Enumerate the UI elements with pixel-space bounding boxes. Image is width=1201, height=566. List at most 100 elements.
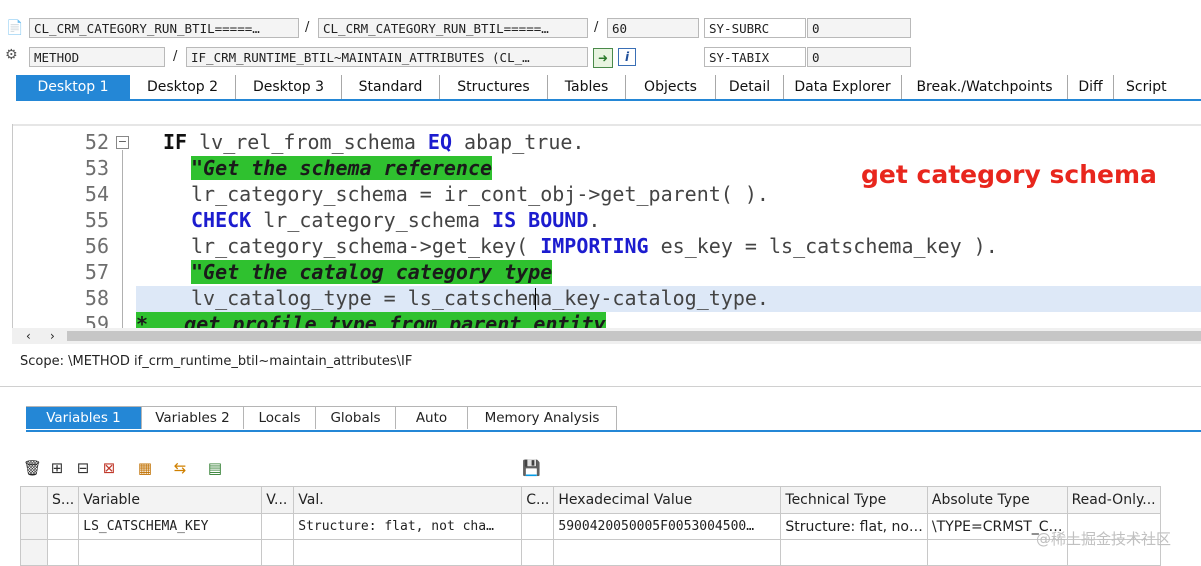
line-field[interactable]: 60 [607,18,699,38]
col-header[interactable]: Read-Only... [1066,486,1161,514]
append-row-icon[interactable]: ⊟ [74,459,92,477]
cell-variable[interactable]: LS_CATSCHEMA_KEY [78,513,263,540]
insert-row-icon[interactable]: ⊞ [48,459,66,477]
col-header[interactable] [20,486,48,514]
tab-desktop-2[interactable]: Desktop 2 [130,75,236,99]
empty-cell [78,539,263,566]
code-line-56: lr_category_schema->get_key( IMPORTING e… [191,233,998,259]
tab-diff[interactable]: Diff [1068,75,1114,99]
navigate-icon[interactable]: ➜ [593,48,613,68]
table-row[interactable]: LS_CATSCHEMA_KEY Structure: flat, not ch… [20,513,1161,540]
separator: / [173,49,178,64]
col-header[interactable]: Val. [293,486,523,514]
code-line-57: "Get the catalog category type [191,259,553,285]
export-icon[interactable]: ▤ [206,459,224,477]
keyword: CHECK [191,208,252,232]
code-text: lr_category_schema = ir_cont_obj->get_pa… [191,182,769,206]
editor-topbar [13,124,1201,126]
variables-table: S... Variable V... Val. C... Hexadecimal… [20,486,1161,566]
keyword: IMPORTING [540,234,649,258]
code-text: abap_true. [452,130,585,154]
line-number: 59 [84,312,109,328]
save-icon[interactable]: 💾 [522,459,541,477]
annotation-text: get category schema [861,160,1157,189]
line-number: 57 [84,260,109,284]
col-header[interactable]: S... [46,486,80,514]
sysvar-name-tabix: SY-TABIX [704,47,806,67]
tab-detail[interactable]: Detail [716,75,784,99]
code-text: lv_catalog_type = ls_catschema_key-catal… [191,286,769,310]
row-selector[interactable] [20,539,48,566]
sysvar-value-tabix: 0 [807,47,911,67]
col-header[interactable]: V... [261,486,295,514]
empty-cell [46,539,80,566]
tab-memory-analysis[interactable]: Memory Analysis [468,407,616,429]
tab-globals[interactable]: Globals [316,407,396,429]
variables-toolbar: 🗑 ⊞ ⊟ ⊠ ▦ ⇆ ▤ 💾 [0,459,1201,479]
desktop-tabs: Desktop 1 Desktop 2 Desktop 3 Standard S… [16,75,1184,99]
table-header: S... Variable V... Val. C... Hexadecimal… [20,486,1161,514]
event-type-field: METHOD [29,47,165,67]
code-line-54: lr_category_schema = ir_cont_obj->get_pa… [191,181,769,207]
transfer-icon[interactable]: ⇆ [171,459,189,477]
tab-breakpoints[interactable]: Break./Watchpoints [902,75,1068,99]
cell-technical-type: Structure: flat, no… [780,513,928,540]
empty-cell [521,539,555,566]
watermark: @稀土掘金技术社区 [1036,530,1172,548]
col-header[interactable]: Variable [78,486,263,514]
col-header[interactable]: Hexadecimal Value [553,486,782,514]
method-icon: ⚙ [5,47,18,63]
tab-auto[interactable]: Auto [396,407,468,429]
line-number: 54 [84,182,109,206]
cell-value[interactable]: Structure: flat, not cha… [293,513,523,540]
tab-objects[interactable]: Objects [626,75,716,99]
line-number: 55 [84,208,109,232]
tab-underline [16,99,1201,101]
include-field[interactable]: CL_CRM_CATEGORY_RUN_BTIL=====… [318,18,588,38]
tab-standard[interactable]: Standard [342,75,440,99]
separator: / [594,20,599,35]
col-header[interactable]: Absolute Type [926,486,1068,514]
tab-variables-1[interactable]: Variables 1 [26,407,142,429]
remove-row-icon[interactable]: ⊠ [100,459,118,477]
col-header[interactable]: C... [521,486,555,514]
program-field[interactable]: CL_CRM_CATEGORY_RUN_BTIL=====… [29,18,299,38]
source-editor[interactable]: 52 53 54 55 56 57 58 59 − IF lv_rel_from… [12,124,1201,328]
collapse-icon[interactable]: − [116,136,129,149]
tab-data-explorer[interactable]: Data Explorer [784,75,902,99]
tab-variables-2[interactable]: Variables 2 [142,407,244,429]
tab-structures[interactable]: Structures [440,75,548,99]
tab-desktop-3[interactable]: Desktop 3 [236,75,342,99]
cell-status [46,513,80,540]
method-field[interactable]: IF_CRM_RUNTIME_BTIL~MAINTAIN_ATTRIBUTES … [186,47,588,67]
tab-tables[interactable]: Tables [548,75,626,99]
tab-desktop-1[interactable]: Desktop 1 [16,75,130,99]
code-line-59: * get profile type from parent entity [136,311,606,328]
code-line-52: IF lv_rel_from_schema EQ abap_true. [163,129,584,155]
divider [0,386,1201,387]
chevron-right-icon[interactable]: › [50,328,55,344]
info-icon[interactable]: i [618,48,636,66]
comment: * get profile type from parent entity [136,312,606,328]
col-header[interactable]: Technical Type [780,486,928,514]
comment: "Get the schema reference [191,156,493,180]
code-line-55: CHECK lr_category_schema IS BOUND. [191,207,600,233]
columns-icon[interactable]: ▦ [136,459,154,477]
table-row[interactable] [20,539,1161,566]
delete-icon[interactable]: 🗑 [23,459,42,477]
tab-script[interactable]: Script [1114,75,1184,99]
scroll-thumb[interactable] [67,331,1201,341]
scope-label: Scope: \METHOD if_crm_runtime_btil~maint… [20,354,413,369]
chevron-left-icon[interactable]: ‹ [26,328,31,344]
code-text: es_key = ls_catschema_key ). [648,234,998,258]
keyword: EQ [427,130,453,154]
tab-locals[interactable]: Locals [244,407,316,429]
row-selector[interactable] [20,513,48,540]
comment: "Get the catalog category type [191,260,553,284]
empty-cell [780,539,928,566]
sysvar-value-subrc: 0 [807,18,911,38]
separator: / [305,20,310,35]
editor-scrollbar[interactable]: ‹ › [12,328,1201,344]
cell-v [261,513,295,540]
code-text: lv_rel_from_schema [187,130,428,154]
